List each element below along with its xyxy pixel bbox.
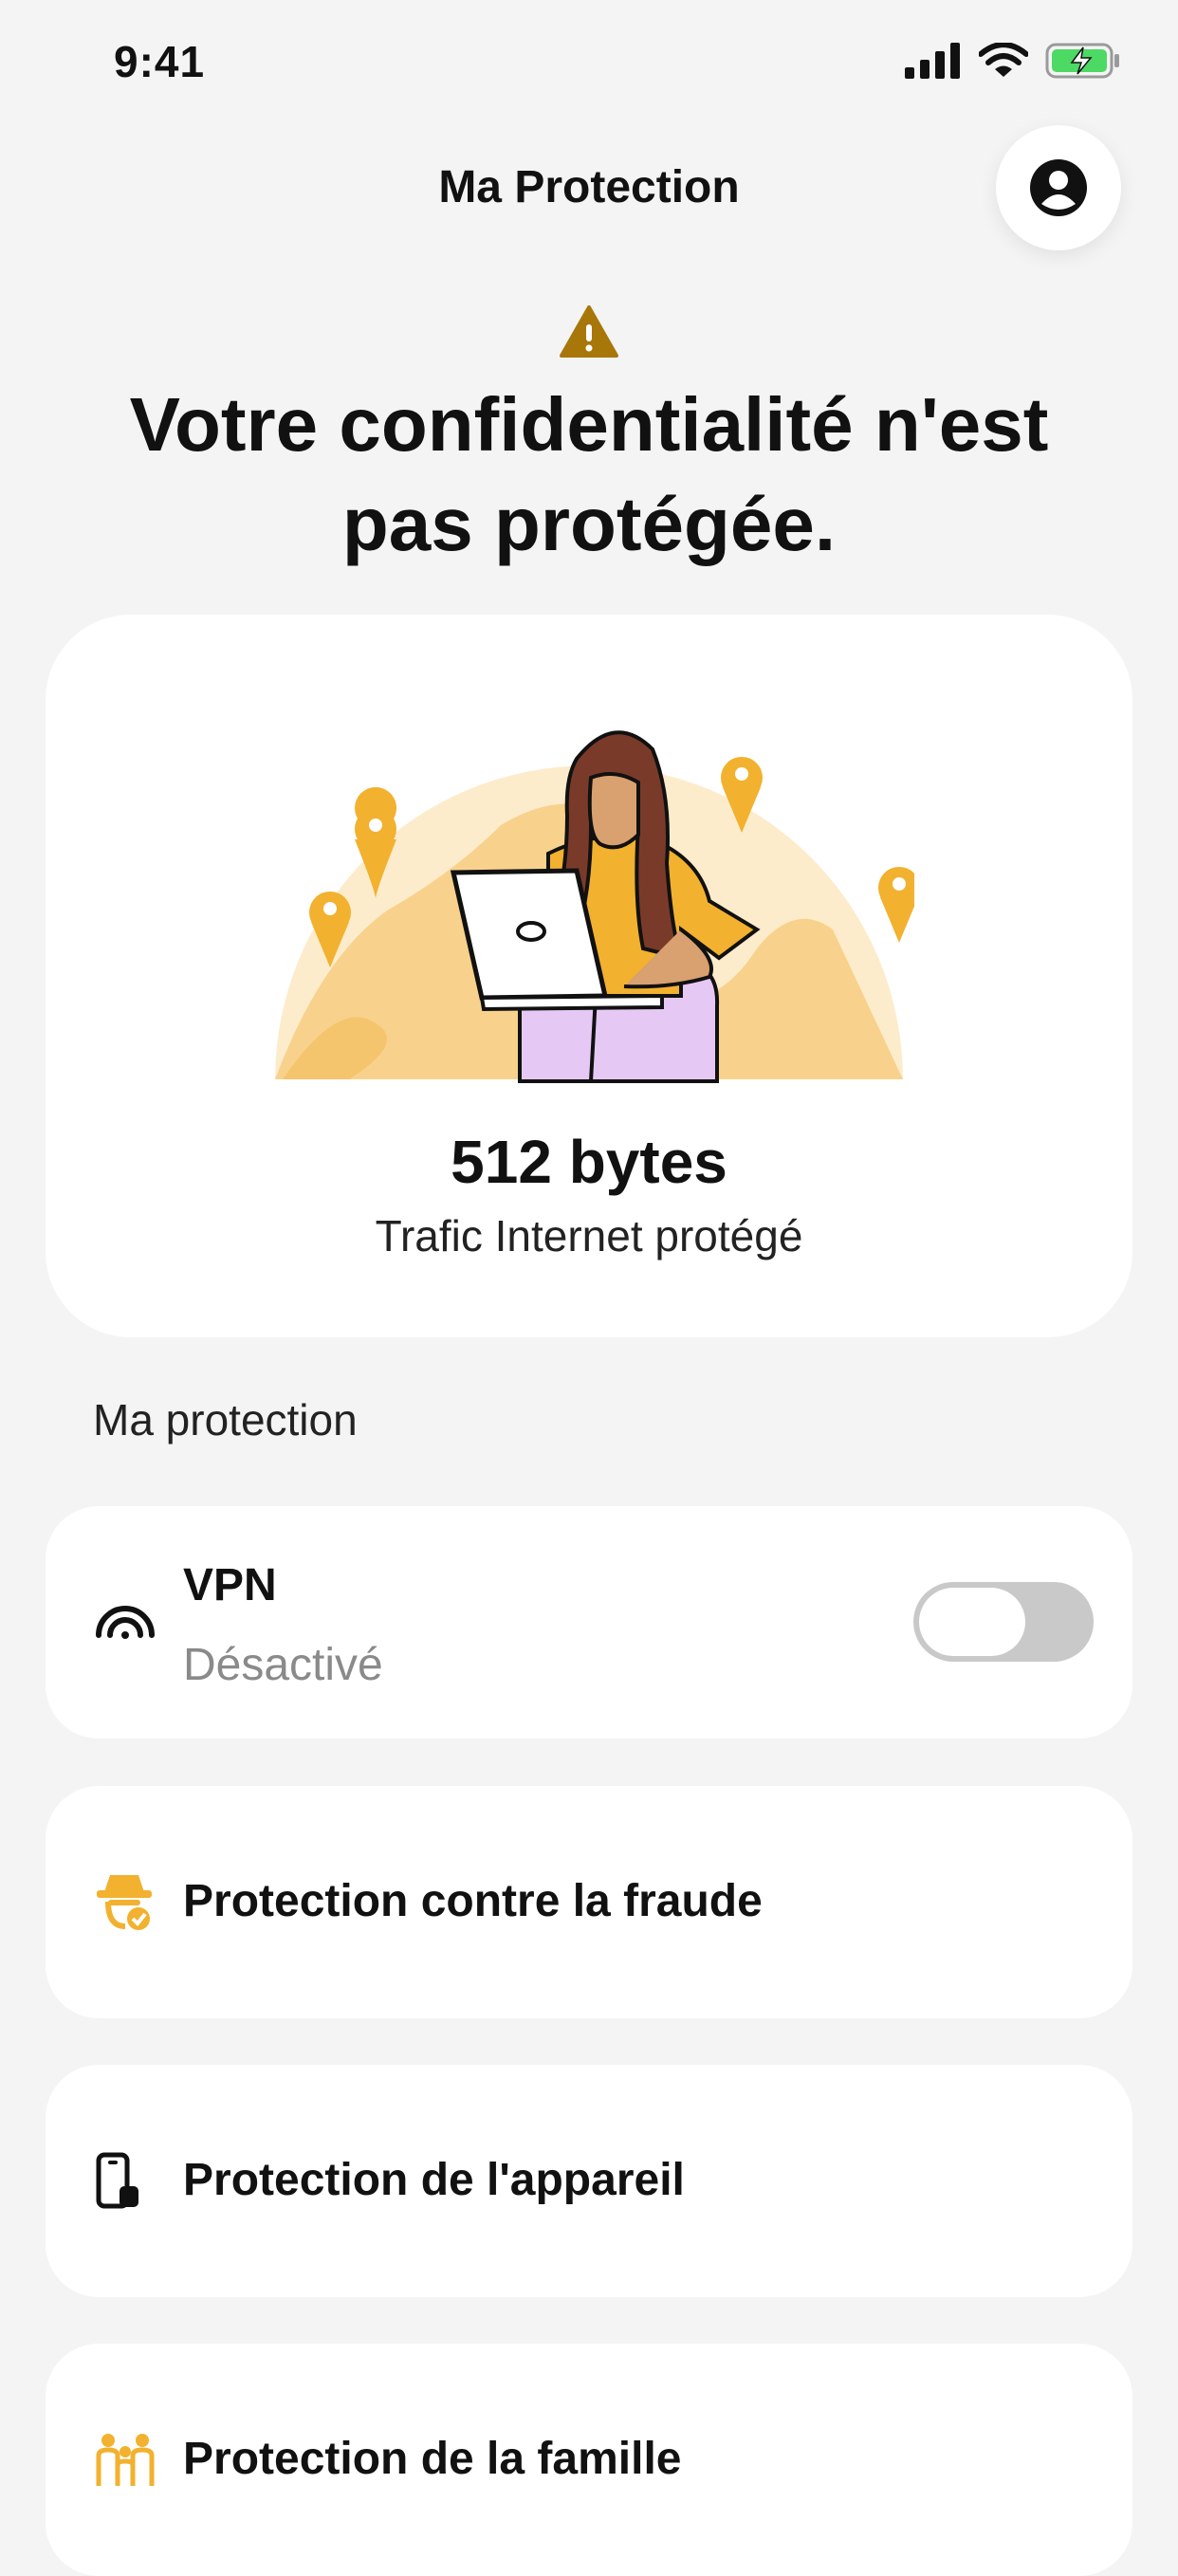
status-time: 9:41 [114, 37, 206, 86]
family-protection-title: Protection de la famille [183, 2434, 682, 2484]
family-icon [96, 2434, 155, 2486]
family-protection-row[interactable]: Protection de la famille [46, 2344, 1132, 2576]
vpn-status: Désactivé [183, 1640, 383, 1690]
status-bar: 9:41 [0, 0, 1178, 128]
vpn-signal-icon [96, 1606, 155, 1639]
vpn-row[interactable]: VPN Désactivé [46, 1506, 1132, 1739]
headline-line-2: pas protégée. [341, 482, 837, 566]
fraud-protection-row[interactable]: Protection contre la fraude [46, 1786, 1132, 2018]
profile-button[interactable] [996, 125, 1121, 250]
status-icons [905, 42, 1121, 80]
wifi-icon [979, 43, 1028, 77]
fraud-protection-title: Protection contre la fraude [183, 1876, 763, 1926]
protected-traffic-value: 512 bytes [451, 1128, 727, 1196]
user-avatar-icon [1030, 159, 1087, 216]
fraud-spy-icon [97, 1875, 152, 1930]
device-protection-row[interactable]: Protection de l'appareil [46, 2065, 1132, 2297]
vpn-toggle[interactable] [913, 1582, 1094, 1662]
cellular-signal-icon [905, 43, 960, 79]
device-protection-title: Protection de l'appareil [183, 2155, 685, 2205]
section-label: Ma protection [93, 1395, 358, 1444]
vpn-title: VPN [183, 1560, 277, 1610]
traffic-summary-card: 512 bytes Trafic Internet protégé [46, 615, 1132, 1337]
vpn-toggle-knob [919, 1588, 1025, 1656]
warning-icon [560, 305, 618, 358]
person-laptop-illustration [275, 730, 914, 1083]
device-lock-icon [96, 2152, 138, 2209]
protected-traffic-caption: Trafic Internet protégé [375, 1211, 803, 1260]
privacy-alert-headline: Votre confidentialité n'est pas protégée… [57, 375, 1121, 574]
battery-charging-icon [1045, 43, 1119, 79]
headline-line-1: Votre confidentialité n'est [129, 382, 1049, 467]
